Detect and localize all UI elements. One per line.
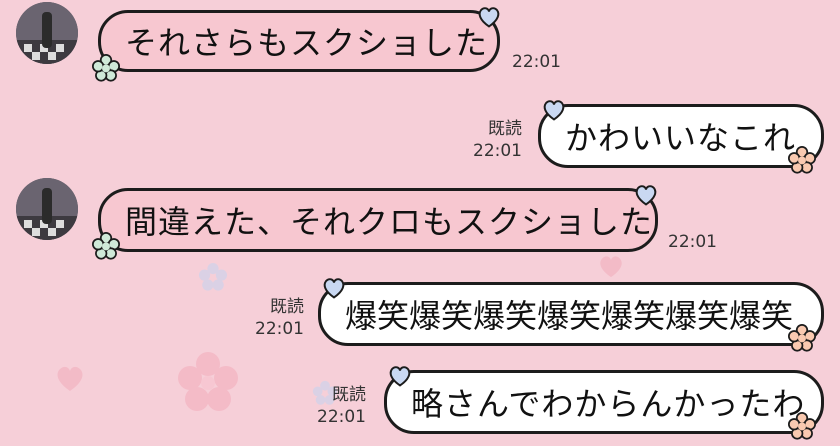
message-text: それさらもスクショした [125, 24, 489, 62]
background-flower-icon [178, 352, 238, 411]
message-time: 22:01 [255, 319, 304, 339]
background-heart-icon [57, 366, 83, 391]
heart-icon [323, 278, 345, 299]
flower-icon [788, 324, 816, 352]
read-receipt: 既読 [488, 119, 522, 139]
message-bubble-outgoing[interactable]: 爆笑爆笑爆笑爆笑爆笑爆笑爆笑 [318, 282, 824, 346]
background-flower-icon [198, 262, 228, 291]
message-bubble-outgoing[interactable]: 略さんでわからんかったわ [384, 370, 824, 434]
heart-icon [389, 366, 411, 387]
message-text: 間違えた、それクロもスクショした [125, 203, 654, 241]
message-text: 略さんでわからんかったわ [411, 385, 806, 423]
message-text: かわいいなこれ [565, 119, 797, 157]
heart-icon [478, 7, 500, 28]
flower-icon [788, 146, 816, 174]
flower-icon [92, 54, 120, 82]
message-meta: 既読 22:01 [306, 384, 366, 428]
message-text: 爆笑爆笑爆笑爆笑爆笑爆笑爆笑 [345, 297, 794, 335]
avatar[interactable] [16, 178, 78, 240]
heart-icon [635, 185, 657, 206]
message-bubble-incoming[interactable]: それさらもスクショした [98, 10, 500, 72]
read-receipt: 既読 [332, 385, 366, 405]
heart-icon [543, 100, 565, 121]
message-bubble-outgoing[interactable]: かわいいなこれ [538, 104, 824, 168]
read-receipt: 既読 [270, 297, 304, 317]
chat-area[interactable]: それさらもスクショした 22:01 既読 22:01 かわいいなこれ 間違えた、… [0, 0, 840, 446]
message-time: 22:01 [317, 407, 366, 427]
message-meta: 既読 22:01 [460, 118, 522, 162]
message-meta: 既読 22:01 [244, 296, 304, 340]
flower-icon [788, 412, 816, 440]
message-bubble-incoming[interactable]: 間違えた、それクロもスクショした [98, 188, 658, 252]
flower-icon [92, 232, 120, 260]
message-time: 22:01 [473, 141, 522, 161]
avatar[interactable] [16, 2, 78, 64]
background-heart-icon [600, 256, 622, 278]
message-time: 22:01 [668, 232, 717, 252]
message-time: 22:01 [512, 52, 561, 72]
